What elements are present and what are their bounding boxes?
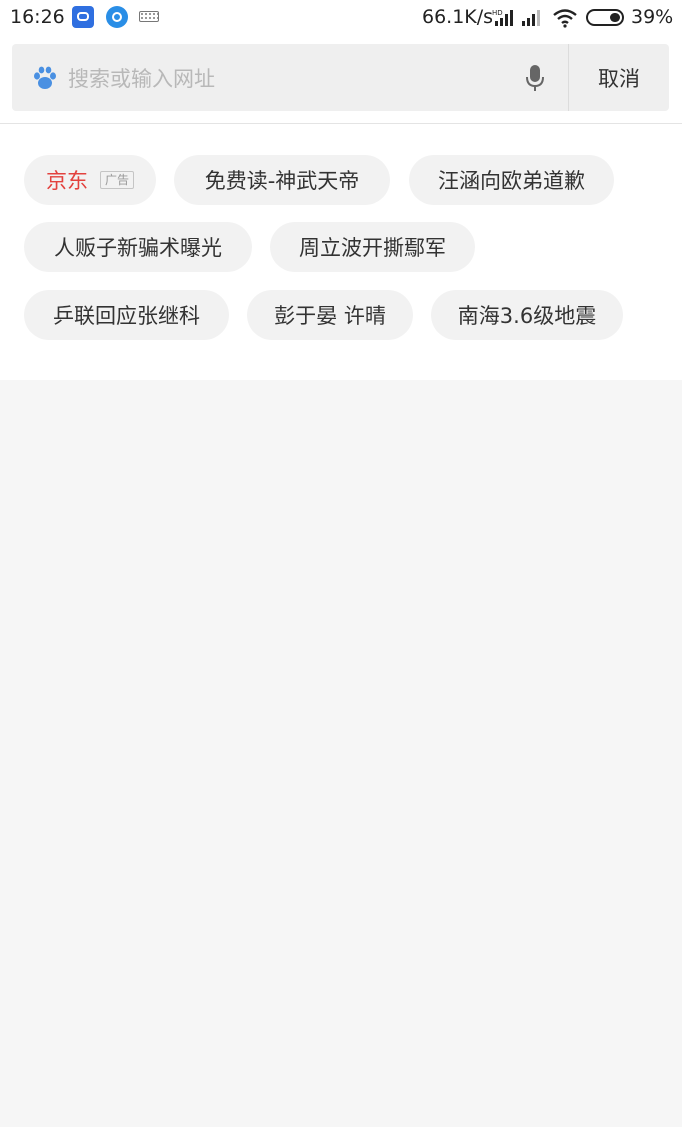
suggestion-label: 南海3.6级地震 (457, 304, 597, 328)
network-speed: 66.1K/s (422, 6, 494, 28)
suggestion-chip[interactable]: 汪涵向欧弟道歉 (409, 155, 614, 205)
suggestion-label: 彭于晏 许晴 (274, 304, 386, 328)
signal-icon-secondary (522, 10, 540, 26)
header-divider (0, 123, 682, 124)
signal-icon: HD (492, 9, 513, 26)
ad-badge: 广告 (99, 171, 134, 189)
suggestion-chip[interactable]: 周立波开撕鄢军 (270, 222, 475, 272)
browser-app-icon (106, 6, 128, 28)
suggestion-label: 乒联回应张继科 (53, 304, 200, 328)
suggestion-label: 周立波开撕鄢军 (299, 236, 446, 260)
suggestion-label: 汪涵向欧弟道歉 (438, 169, 585, 193)
search-bar: 取消 (12, 44, 669, 111)
status-time: 16:26 (10, 6, 65, 28)
cancel-button[interactable]: 取消 (569, 44, 669, 111)
mic-icon[interactable] (524, 64, 546, 92)
keyboard-icon (139, 11, 159, 22)
top-panel: 16:26 66.1K/s HD 39% 搜索或输入网址 取消 京东 广告 免费… (0, 0, 682, 380)
suggestion-label: 免费读-神武天帝 (204, 169, 360, 193)
suggestion-label: 人贩子新骗术曝光 (54, 236, 222, 260)
battery-level: 39% (631, 6, 674, 28)
suggestion-chip[interactable]: 南海3.6级地震 (431, 290, 623, 340)
suggestion-label: 京东 (45, 169, 88, 193)
status-bar: 16:26 66.1K/s HD 39% (0, 0, 682, 36)
svg-text:HD: HD (492, 9, 503, 17)
search-input[interactable] (66, 58, 500, 100)
suggestion-chip[interactable]: 彭于晏 许晴 (247, 290, 413, 340)
game-app-icon (72, 6, 94, 28)
suggestion-chip[interactable]: 人贩子新骗术曝光 (24, 222, 252, 272)
battery-icon (586, 9, 624, 26)
suggestion-chip[interactable]: 免费读-神武天帝 (174, 155, 390, 205)
suggestion-chip[interactable]: 乒联回应张继科 (24, 290, 229, 340)
suggestion-chip-ad[interactable]: 京东 广告 (24, 155, 156, 205)
paw-icon (34, 66, 56, 89)
wifi-icon (553, 9, 577, 28)
